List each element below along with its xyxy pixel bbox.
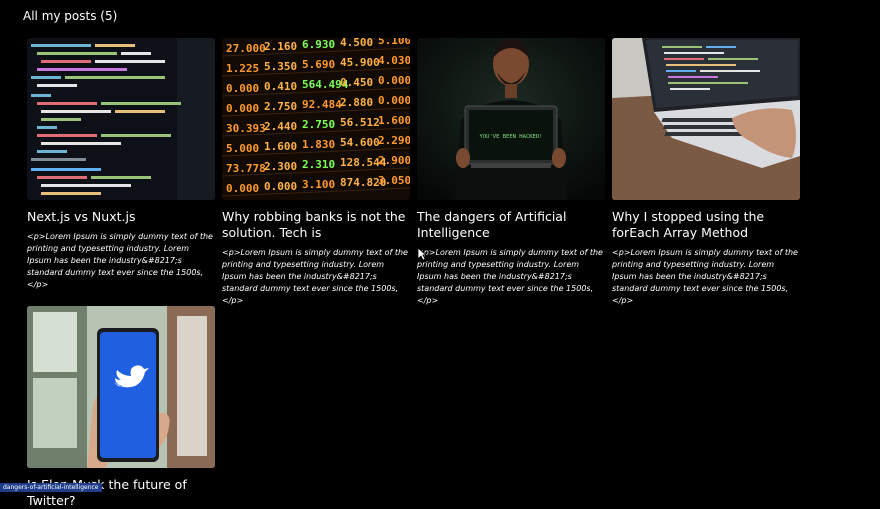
ticker-number: 56.512 <box>340 116 380 129</box>
ticker-number: 3.050 <box>378 174 410 187</box>
post-title[interactable]: Next.js vs Nuxt.js <box>27 209 215 225</box>
post-thumbnail[interactable] <box>27 38 215 200</box>
ticker-number: 0.000 <box>226 82 259 95</box>
post-thumbnail[interactable] <box>612 38 800 200</box>
ticker-number: 1.225 <box>226 62 259 75</box>
ticker-number: 73.778 <box>226 162 266 175</box>
post-card[interactable]: Is Elon Musk the future of Twitter? <box>27 306 215 509</box>
ticker-number: 3.100 <box>302 178 335 191</box>
ticker-number: 27.000 <box>226 42 266 55</box>
ticker-number: 2.160 <box>264 40 297 53</box>
ticker-number: 0.000 <box>226 182 259 195</box>
ticker-number: 0.000 <box>264 180 297 193</box>
ticker-number: 2.290 <box>378 134 410 147</box>
page-title: All my posts (5) <box>23 9 118 23</box>
post-thumbnail[interactable]: YOU'VE BEEN HACKED! <box>417 38 605 200</box>
post-card[interactable]: YOU'VE BEEN HACKED! The dangers of Artif… <box>417 38 605 307</box>
ticker-number: 2.440 <box>264 120 297 133</box>
ticker-number: 2.300 <box>264 160 297 173</box>
post-title[interactable]: Why robbing banks is not the solution. T… <box>222 209 410 241</box>
mouse-cursor-icon <box>417 247 427 261</box>
post-excerpt: <p>Lorem Ipsum is simply dummy text of t… <box>417 248 603 305</box>
ticker-number: 5.350 <box>264 60 297 73</box>
ticker-number: 92.484 <box>302 98 342 111</box>
ticker-number: 1.600 <box>264 140 297 153</box>
post-excerpt: <p>Lorem Ipsum is simply dummy text of t… <box>222 248 408 305</box>
post-excerpt: <p>Lorem Ipsum is simply dummy text of t… <box>27 232 213 289</box>
ticker-number: 0.000 <box>378 74 410 87</box>
ticker-number: 5.100 <box>378 38 410 47</box>
ticker-number: 0.000 <box>226 102 259 115</box>
post-title[interactable]: The dangers of Artificial Intelligence <box>417 209 605 241</box>
status-bar-url: dangers-of-artificial-intelligence <box>0 483 102 492</box>
post-excerpt: <p>Lorem Ipsum is simply dummy text of t… <box>612 248 798 305</box>
ticker-number: 2.750 <box>264 100 297 113</box>
hacked-screen-text: YOU'VE BEEN HACKED! <box>480 134 543 140</box>
ticker-number: 2.900 <box>378 154 410 167</box>
post-thumbnail[interactable]: 27.000 2.160 6.930 4.500 5.100 1.225 5.350 5.69… <box>222 38 410 200</box>
ticker-number: 2.880 <box>340 96 373 109</box>
ticker-number: 6.930 <box>302 38 335 51</box>
ticker-number: 4.030 <box>378 54 410 67</box>
ticker-number: 54.600 <box>340 136 380 149</box>
post-title[interactable]: Is Elon Musk the future of Twitter? <box>27 477 215 509</box>
post-card[interactable]: 27.000 2.160 6.930 4.500 5.100 1.225 5.350 5.69… <box>222 38 410 307</box>
ticker-number: 5.000 <box>226 142 259 155</box>
post-thumbnail[interactable] <box>27 306 215 468</box>
ticker-number: 1.830 <box>302 138 335 151</box>
ticker-number: 5.690 <box>302 58 335 71</box>
ticker-number: 0.450 <box>340 76 373 89</box>
ticker-number: 0.410 <box>264 80 297 93</box>
ticker-number: 2.750 <box>302 118 335 131</box>
ticker-number: 0.000 <box>378 94 410 107</box>
ticker-number: 2.310 <box>302 158 335 171</box>
post-title[interactable]: Why I stopped using the forEach Array Me… <box>612 209 800 241</box>
post-card[interactable]: Next.js vs Nuxt.js <p>Lorem Ipsum is sim… <box>27 38 215 291</box>
ticker-number: 45.900 <box>340 56 380 69</box>
ticker-number: 1.600 <box>378 114 410 127</box>
ticker-number: 4.500 <box>340 38 373 49</box>
ticker-number: 30.393 <box>226 122 266 135</box>
post-card[interactable]: Why I stopped using the forEach Array Me… <box>612 38 800 307</box>
